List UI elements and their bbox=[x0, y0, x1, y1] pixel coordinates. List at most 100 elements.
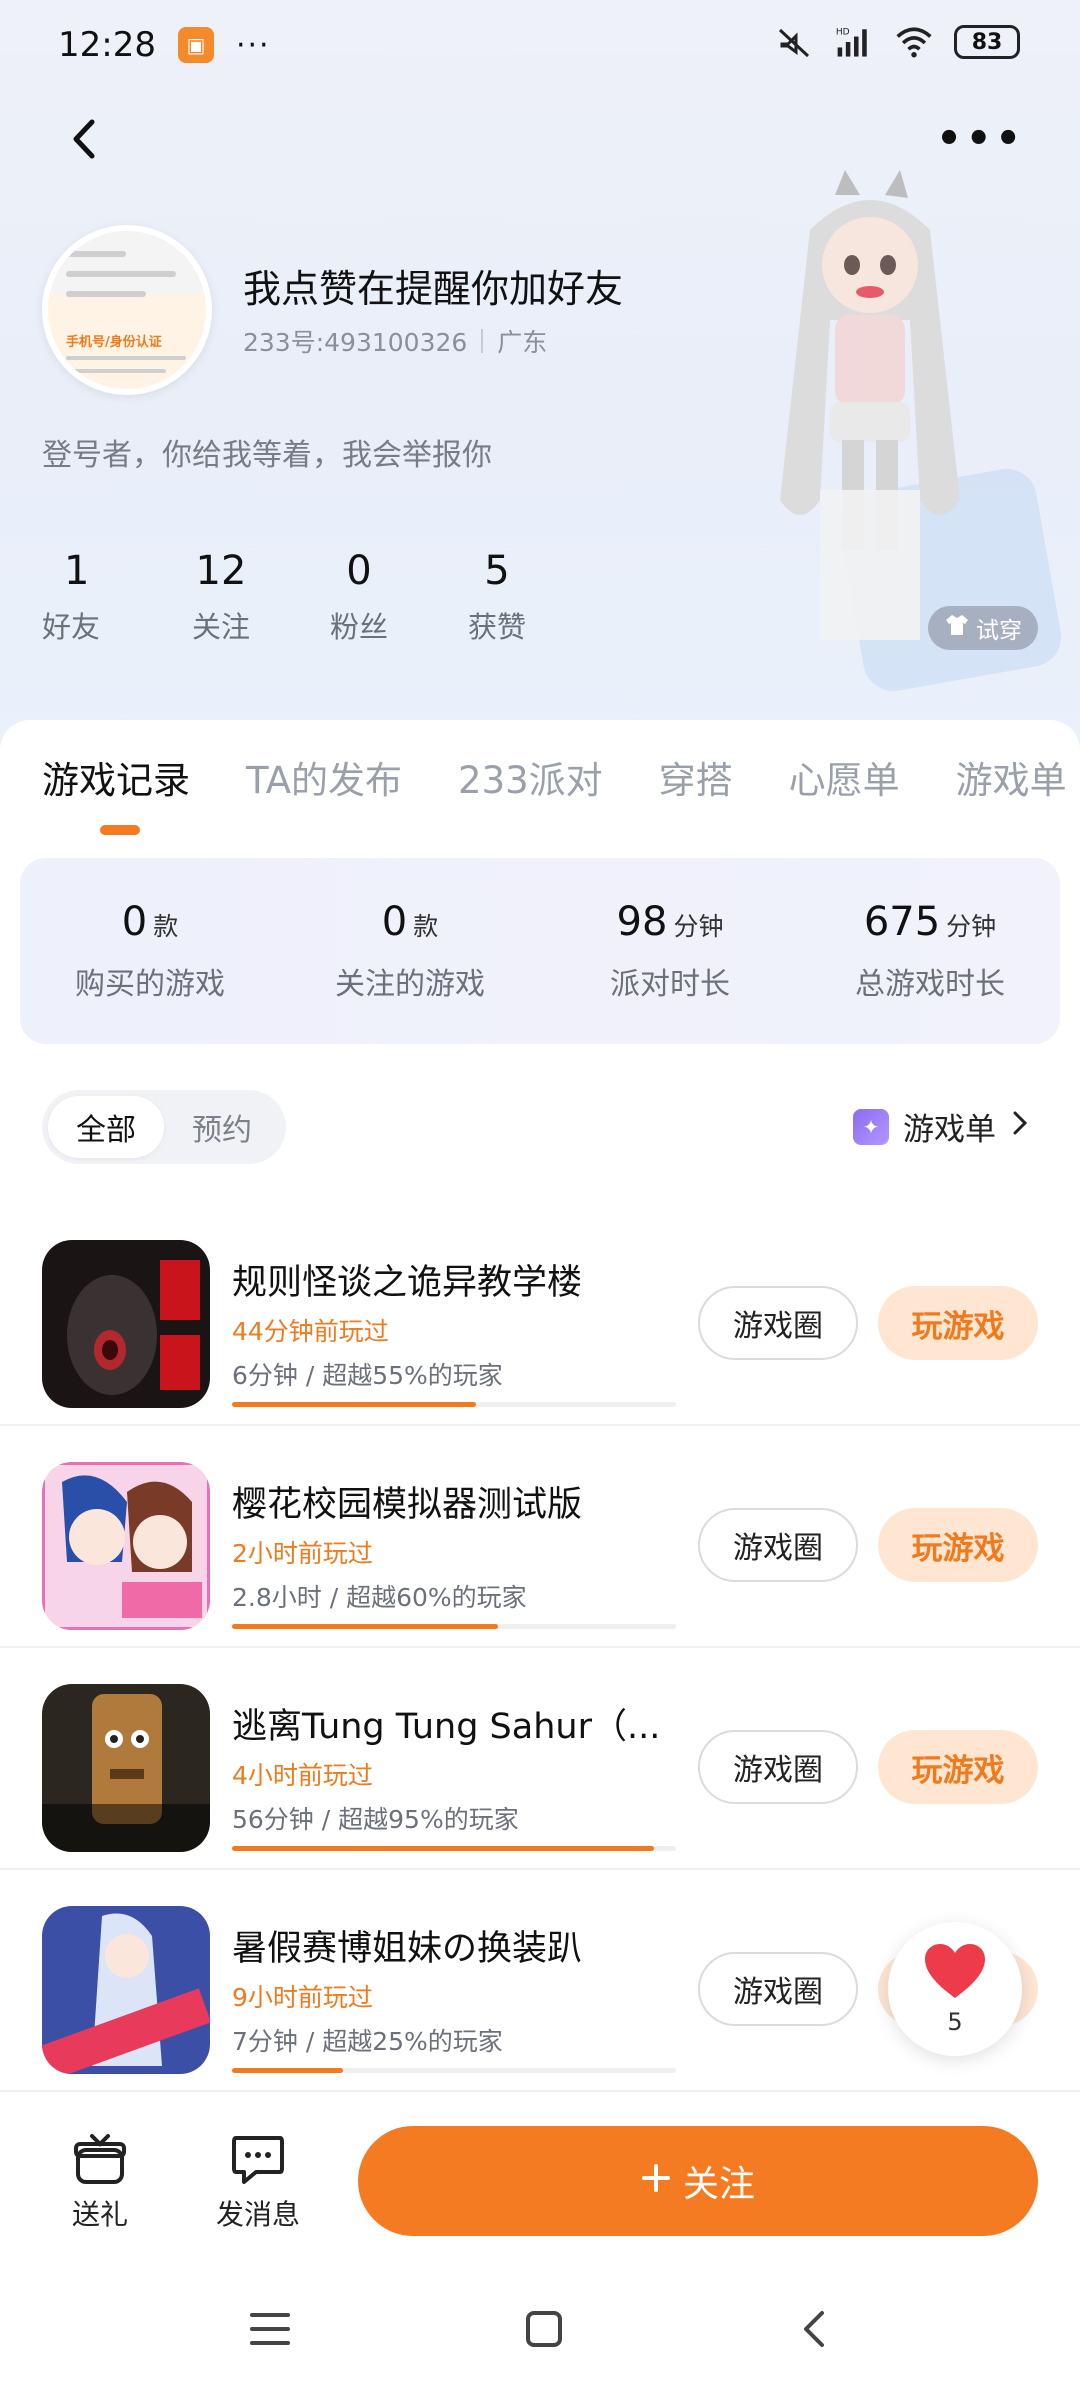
progress-track bbox=[232, 1402, 676, 1407]
stat-likes[interactable]: 5 获赞 bbox=[428, 548, 566, 646]
chevron-right-icon bbox=[1010, 1108, 1030, 1146]
avatar-line bbox=[66, 251, 126, 257]
stat-label: 关注 bbox=[191, 610, 250, 644]
avatar-line bbox=[66, 356, 186, 360]
game-circle-button[interactable]: 游戏圈 bbox=[698, 1952, 858, 2026]
summary-unit: 款 bbox=[413, 912, 439, 941]
stat-fans[interactable]: 0 粉丝 bbox=[290, 548, 428, 646]
avatar-line bbox=[66, 291, 146, 297]
user-region: 广东 bbox=[497, 328, 548, 357]
avatar[interactable]: 手机号/身份认证 bbox=[42, 225, 212, 395]
summary-value: 98 bbox=[616, 899, 668, 945]
game-circle-button[interactable]: 游戏圈 bbox=[698, 1286, 858, 1360]
meta-divider bbox=[481, 329, 484, 353]
filter-all[interactable]: 全部 bbox=[48, 1096, 164, 1158]
summary-label: 购买的游戏 bbox=[75, 967, 225, 1002]
summary-value-row: 675 分钟 bbox=[864, 899, 996, 945]
game-row[interactable]: 逃离Tung Tung Sahur（... 4小时前玩过 56分钟 / 超越95… bbox=[0, 1648, 1080, 1870]
game-icon-horror[interactable] bbox=[42, 1240, 210, 1408]
battery-icon: 83 bbox=[954, 25, 1020, 59]
summary-value-row: 0 款 bbox=[122, 899, 178, 945]
stat-label: 好友 bbox=[42, 610, 101, 644]
game-icon-sakura[interactable] bbox=[42, 1462, 210, 1630]
sparkle-icon: ✦ bbox=[853, 1108, 889, 1145]
game-circle-button[interactable]: 游戏圈 bbox=[698, 1730, 858, 1804]
game-icon-tung-tung[interactable] bbox=[42, 1684, 210, 1852]
summary-label: 关注的游戏 bbox=[335, 967, 485, 1002]
play-game-button[interactable]: 玩游戏 bbox=[878, 1286, 1038, 1360]
follow-label: 关注 bbox=[682, 2164, 755, 2205]
game-title: 逃离Tung Tung Sahur（... bbox=[232, 1707, 661, 1747]
last-played: 9小时前玩过 bbox=[232, 1983, 373, 2012]
gift-icon bbox=[72, 2132, 128, 2193]
summary-unit: 分钟 bbox=[946, 912, 997, 941]
follow-button[interactable]: 关注 bbox=[358, 2126, 1038, 2236]
summary-value: 675 bbox=[863, 899, 941, 945]
svg-text:HD: HD bbox=[836, 28, 850, 38]
summary-total-time[interactable]: 675 分钟 总游戏时长 bbox=[800, 899, 1060, 1003]
last-played: 2小时前玩过 bbox=[232, 1539, 373, 1568]
more-icon[interactable]: ••• bbox=[936, 119, 1025, 159]
stat-label: 获赞 bbox=[467, 610, 526, 644]
game-circle-button[interactable]: 游戏圈 bbox=[698, 1508, 858, 1582]
avatar-tag: 手机号/身份认证 bbox=[66, 335, 162, 350]
tab-outfits[interactable]: 穿搭 bbox=[659, 750, 733, 804]
tab-party[interactable]: 233派对 bbox=[458, 750, 603, 804]
progress-fill bbox=[232, 1402, 477, 1407]
summary-unit: 分钟 bbox=[673, 912, 724, 941]
game-list-label: 游戏单 bbox=[903, 1112, 996, 1148]
summary-label: 总游戏时长 bbox=[855, 967, 1005, 1002]
stat-value: 1 bbox=[64, 548, 90, 594]
profile-stats: 1 好友 12 关注 0 粉丝 5 获赞 bbox=[42, 548, 566, 646]
game-list-link[interactable]: ✦ 游戏单 bbox=[853, 1104, 1030, 1149]
filter-reserved[interactable]: 预约 bbox=[164, 1096, 280, 1158]
plus-icon bbox=[641, 2161, 671, 2202]
app-notification-icon: ▣ bbox=[177, 27, 214, 63]
play-stat: 6分钟 / 超越55%的玩家 bbox=[232, 1361, 503, 1390]
avatar-line bbox=[66, 369, 166, 373]
status-dots: ··· bbox=[235, 27, 271, 63]
message-button[interactable]: 发消息 bbox=[216, 2132, 300, 2233]
progress-fill bbox=[232, 1624, 499, 1629]
message-icon bbox=[230, 2132, 286, 2193]
system-back-icon[interactable] bbox=[796, 2307, 832, 2355]
play-game-button[interactable]: 玩游戏 bbox=[878, 1508, 1038, 1582]
user-meta: 233号:493100326 广东 bbox=[243, 323, 547, 359]
game-icon-cyber-sisters[interactable] bbox=[42, 1906, 210, 2074]
system-navigation-bar bbox=[0, 2262, 1080, 2400]
summary-unit: 款 bbox=[153, 912, 179, 941]
status-time: 12:28 bbox=[58, 25, 156, 65]
tab-game-lists[interactable]: 游戏单 bbox=[956, 750, 1067, 804]
user-id: 233号:493100326 bbox=[243, 328, 468, 357]
stat-following[interactable]: 12 关注 bbox=[152, 548, 290, 646]
summary-purchased[interactable]: 0 款 购买的游戏 bbox=[20, 899, 280, 1003]
game-filter: 全部 预约 bbox=[42, 1090, 286, 1164]
back-arrow-icon[interactable] bbox=[60, 114, 110, 164]
hd-signal-icon: HD bbox=[834, 22, 874, 62]
progress-track bbox=[232, 1846, 676, 1851]
summary-party-time[interactable]: 98 分钟 派对时长 bbox=[540, 899, 800, 1003]
like-count: 5 bbox=[947, 2008, 963, 2036]
progress-track bbox=[232, 2068, 676, 2073]
game-row[interactable]: 规则怪谈之诡异教学楼 44分钟前玩过 6分钟 / 超越55%的玩家 游戏圈 玩游… bbox=[0, 1204, 1080, 1426]
try-on-button[interactable]: 试穿 bbox=[928, 606, 1038, 650]
tab-posts[interactable]: TA的发布 bbox=[246, 750, 402, 804]
tab-game-records[interactable]: 游戏记录 bbox=[42, 750, 190, 804]
play-stat: 2.8小时 / 超越60%的玩家 bbox=[232, 1583, 527, 1612]
home-icon[interactable] bbox=[522, 2307, 566, 2355]
profile-header: 12:28 ▣ ··· HD 83 ••• 手机号/身份认证 我点赞在提醒你加好… bbox=[0, 0, 1080, 760]
status-icons: HD 83 bbox=[774, 22, 1020, 62]
summary-value-row: 0 款 bbox=[382, 899, 438, 945]
play-game-button[interactable]: 玩游戏 bbox=[878, 1730, 1038, 1804]
gift-button[interactable]: 送礼 bbox=[72, 2132, 128, 2233]
game-row[interactable]: 樱花校园模拟器测试版 2小时前玩过 2.8小时 / 超越60%的玩家 游戏圈 玩… bbox=[0, 1426, 1080, 1648]
menu-icon[interactable] bbox=[248, 2309, 292, 2353]
stat-friends[interactable]: 1 好友 bbox=[42, 548, 152, 646]
last-played: 44分钟前玩过 bbox=[232, 1317, 389, 1346]
summary-followed[interactable]: 0 款 关注的游戏 bbox=[280, 899, 540, 1003]
like-button[interactable]: 5 bbox=[888, 1922, 1022, 2056]
tab-wishlist[interactable]: 心愿单 bbox=[789, 750, 900, 804]
stat-value: 0 bbox=[346, 548, 372, 594]
progress-fill bbox=[232, 1846, 654, 1851]
heart-icon bbox=[923, 1942, 987, 2004]
